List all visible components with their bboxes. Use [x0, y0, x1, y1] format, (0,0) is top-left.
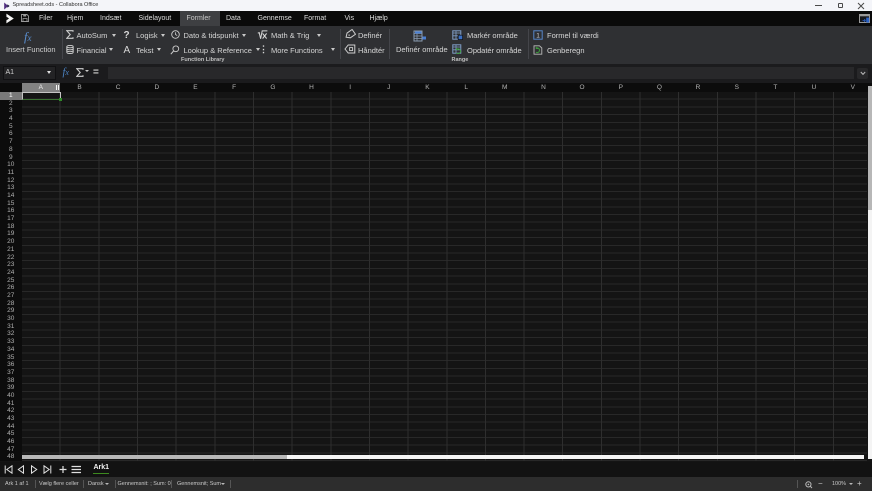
svg-text:1: 1 — [536, 32, 540, 39]
